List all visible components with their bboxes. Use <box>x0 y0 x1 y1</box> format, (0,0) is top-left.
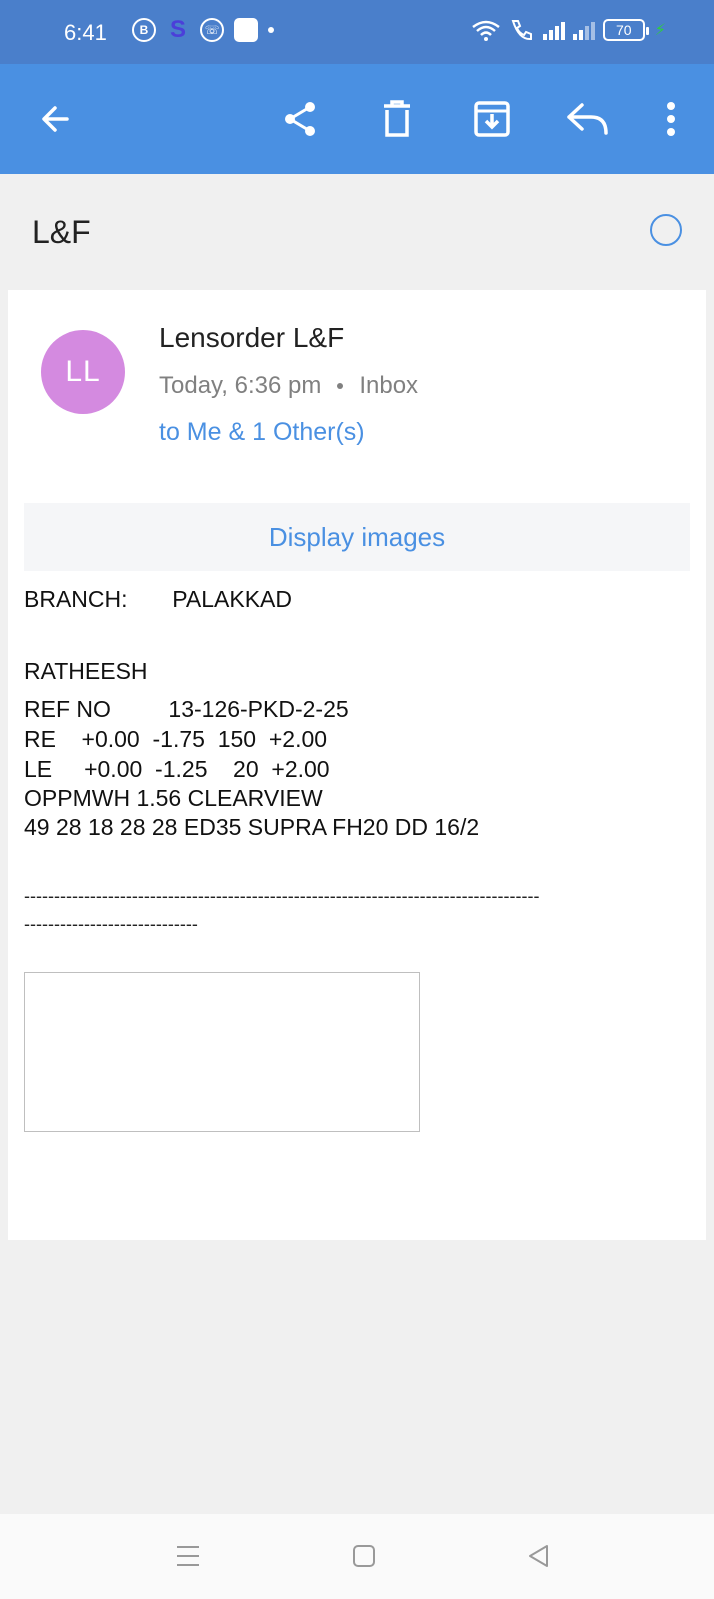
call-icon <box>511 20 532 41</box>
dot-icon <box>268 27 274 33</box>
avatar: LL <box>41 330 125 414</box>
lens-line: OPPMWH 1.56 CLEARVIEW <box>24 785 323 811</box>
home-icon <box>353 1545 375 1567</box>
share-button[interactable] <box>275 94 325 144</box>
email-meta: Today, 6:36 pm Inbox <box>159 372 418 400</box>
more-vert-icon <box>667 102 675 136</box>
sender-name: Lensorder L&F <box>159 322 345 353</box>
recipients-link[interactable]: to Me & 1 Other(s) <box>159 418 365 447</box>
menu-button[interactable] <box>174 1542 204 1572</box>
separator-dot <box>337 383 344 389</box>
frame-line: 49 28 18 28 28 ED35 SUPRA FH20 DD 16/2 <box>24 814 480 840</box>
delete-icon <box>384 100 410 137</box>
s-icon: S <box>169 16 186 43</box>
menu-icon <box>177 1546 199 1566</box>
reply-icon <box>567 103 608 135</box>
back-button[interactable] <box>30 94 80 144</box>
delete-button[interactable] <box>372 94 422 144</box>
re-line: RE +0.00 -1.75 150 +2.00 <box>24 726 328 752</box>
archive-icon <box>474 101 510 137</box>
email-subject: L&F <box>32 214 91 250</box>
status-time: 6:41 <box>64 20 107 45</box>
email-card: LL Lensorder L&F Today, 6:36 pm Inbox to… <box>8 290 706 1240</box>
email-toolbar <box>0 64 714 174</box>
status-bar: 6:41 B S ☏ 70 ⚡ <box>0 0 714 64</box>
customer-name: RATHEESH <box>24 658 148 684</box>
more-options-button[interactable] <box>646 94 696 144</box>
b-icon: B <box>132 18 156 42</box>
email-date: Today, 6:36 pm <box>159 372 322 399</box>
back-arrow-icon <box>42 106 69 132</box>
ref-label: REF NO <box>24 696 111 722</box>
reply-button[interactable] <box>563 94 613 144</box>
battery-icon: 70 <box>602 19 649 41</box>
share-icon <box>285 102 315 136</box>
branch-line: BRANCH: PALAKKAD <box>24 586 292 613</box>
archive-button[interactable] <box>467 94 517 144</box>
subject-row: L&F <box>0 174 714 290</box>
display-images-button[interactable]: Display images <box>24 503 690 571</box>
divider-line: ----------------------------------------… <box>24 886 540 906</box>
divider-line-2: ----------------------------- <box>24 914 198 934</box>
home-button[interactable] <box>350 1542 380 1572</box>
back-icon <box>529 1545 548 1567</box>
signal-icon <box>542 20 565 40</box>
branch-label: BRANCH: <box>24 586 128 612</box>
ref-line: REF NO 13-126-PKD-2-25 <box>24 696 349 723</box>
ref-value: 13-126-PKD-2-25 <box>168 696 349 722</box>
wifi-icon <box>472 20 500 41</box>
signal-2-icon <box>572 20 595 40</box>
select-circle-icon[interactable] <box>650 214 682 246</box>
le-line: LE +0.00 -1.25 20 +2.00 <box>24 756 330 782</box>
app-icon <box>234 18 258 42</box>
chat-icon: ☏ <box>200 18 224 42</box>
notification-icons: B S ☏ <box>132 16 274 43</box>
branch-value: PALAKKAD <box>172 586 292 612</box>
image-placeholder <box>24 972 420 1132</box>
email-folder: Inbox <box>359 372 419 399</box>
charging-icon: ⚡ <box>654 22 666 39</box>
system-nav-bar <box>0 1514 714 1599</box>
back-nav-button[interactable] <box>525 1542 555 1572</box>
system-icons: 70 ⚡ <box>471 18 666 42</box>
